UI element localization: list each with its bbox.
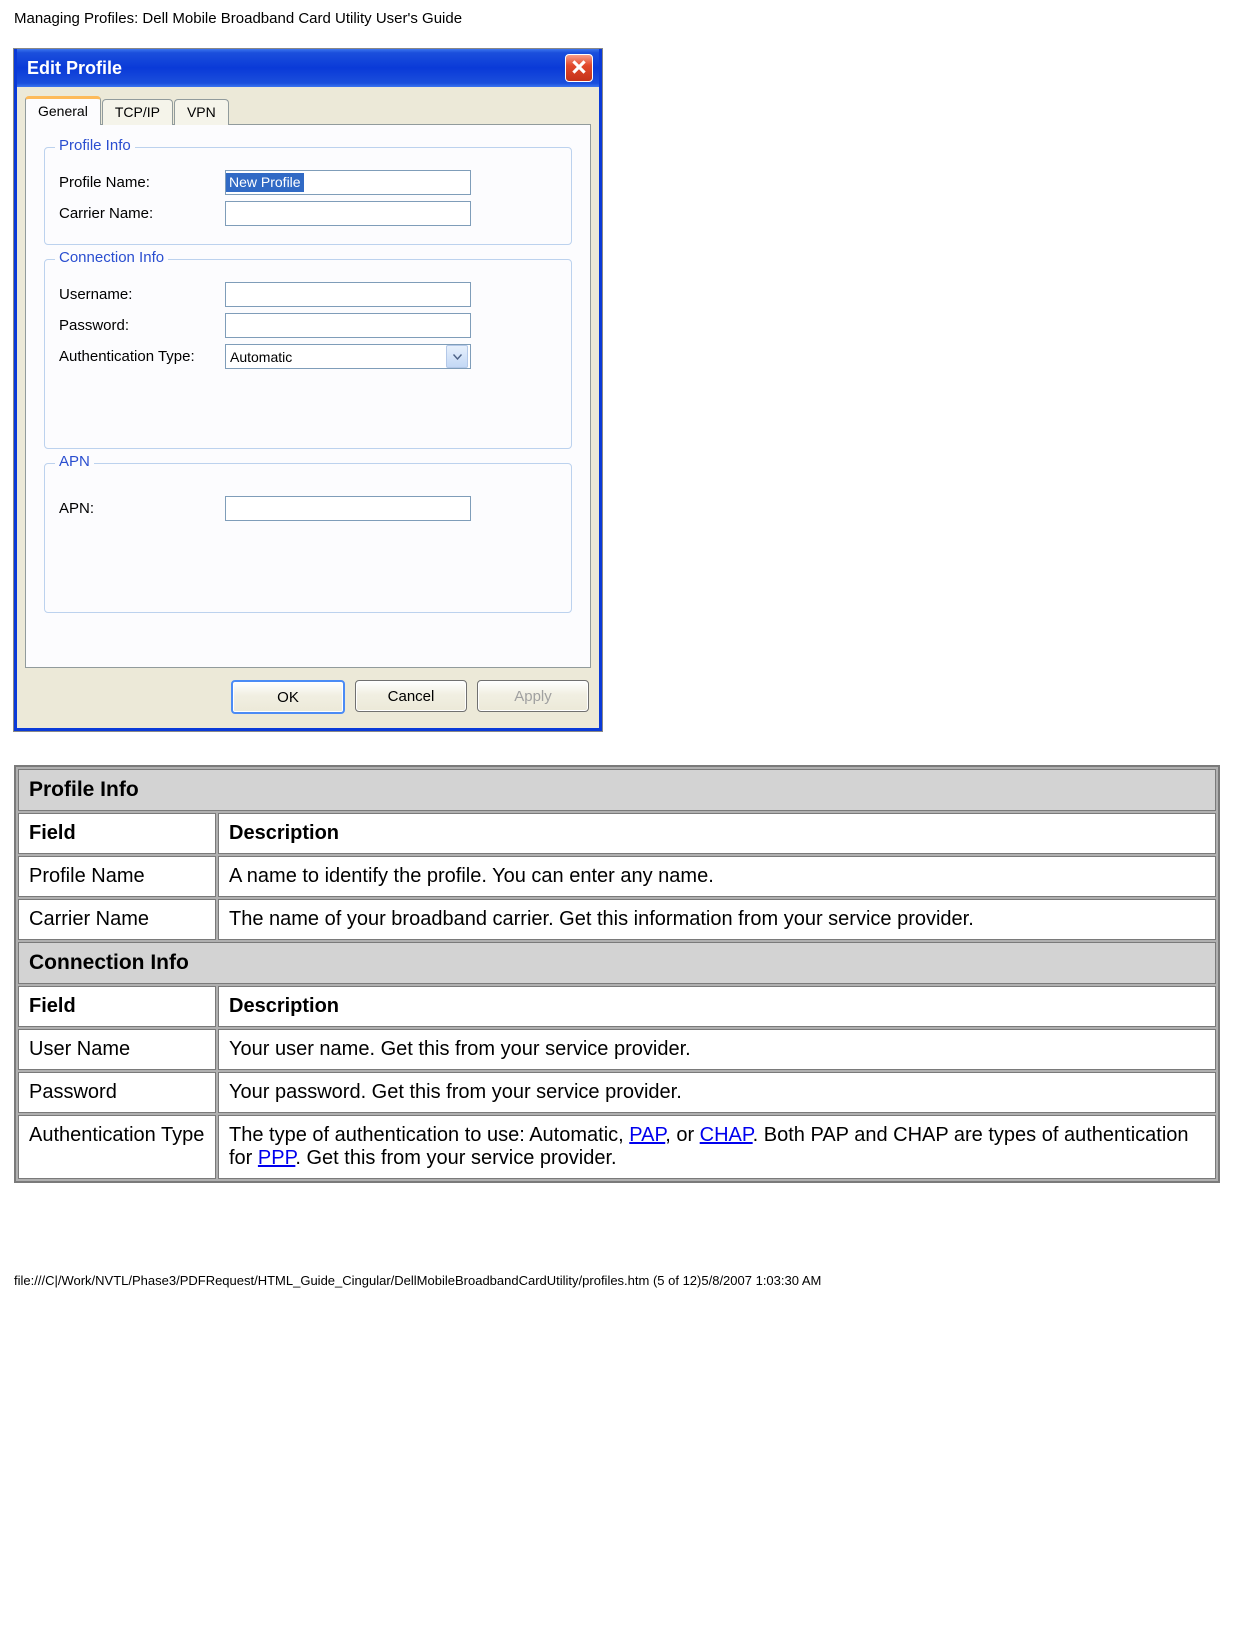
page-header: Managing Profiles: Dell Mobile Broadband… xyxy=(14,10,1220,27)
auth-type-value: Automatic xyxy=(230,349,292,365)
link-chap[interactable]: CHAP xyxy=(700,1124,753,1146)
dialog-button-row: OK Cancel Apply xyxy=(17,668,599,728)
tabstrip: General TCP/IP VPN xyxy=(25,95,591,124)
tab-tcpip[interactable]: TCP/IP xyxy=(102,99,173,125)
field-cell: Authentication Type xyxy=(18,1115,216,1179)
group-connection-info: Connection Info Username: Password: Auth… xyxy=(44,259,572,449)
auth-type-label: Authentication Type: xyxy=(59,348,225,365)
group-title-profile-info: Profile Info xyxy=(55,137,135,154)
description-cell: The name of your broadband carrier. Get … xyxy=(218,899,1216,940)
description-cell: The type of authentication to use: Autom… xyxy=(218,1115,1216,1179)
cancel-button[interactable]: Cancel xyxy=(355,680,467,712)
auth-type-select[interactable]: Automatic xyxy=(225,344,471,369)
profile-name-value: New Profile xyxy=(226,173,304,192)
tab-general[interactable]: General xyxy=(25,96,101,125)
group-title-connection-info: Connection Info xyxy=(55,249,168,266)
column-header-row: Field Description xyxy=(18,986,1216,1027)
description-cell: A name to identify the profile. You can … xyxy=(218,856,1216,897)
auth-text-4: . Get this from your service provider. xyxy=(295,1147,616,1169)
info-table: Profile Info Field Description Profile N… xyxy=(14,765,1220,1183)
column-header-row: Field Description xyxy=(18,813,1216,854)
group-title-apn: APN xyxy=(55,453,94,470)
table-row: Authentication Type The type of authenti… xyxy=(18,1115,1216,1179)
description-header: Description xyxy=(218,986,1216,1027)
tab-panel-general: Profile Info Profile Name: New Profile C… xyxy=(25,124,591,668)
auth-text-1: The type of authentication to use: Autom… xyxy=(229,1124,629,1146)
field-header: Field xyxy=(18,986,216,1027)
group-apn: APN APN: xyxy=(44,463,572,613)
description-header: Description xyxy=(218,813,1216,854)
section-header-profile-info: Profile Info xyxy=(18,769,1216,811)
password-input[interactable] xyxy=(225,313,471,338)
field-cell: Password xyxy=(18,1072,216,1113)
titlebar[interactable]: Edit Profile xyxy=(17,49,599,87)
carrier-name-input[interactable] xyxy=(225,201,471,226)
username-input[interactable] xyxy=(225,282,471,307)
dialog-title: Edit Profile xyxy=(27,58,122,79)
password-label: Password: xyxy=(59,317,225,334)
apn-label: APN: xyxy=(59,500,225,517)
close-button[interactable] xyxy=(565,54,593,82)
field-cell: User Name xyxy=(18,1029,216,1070)
section-header-connection-info: Connection Info xyxy=(18,942,1216,984)
tab-vpn[interactable]: VPN xyxy=(174,99,229,125)
ok-button[interactable]: OK xyxy=(231,680,345,714)
dialog-body: General TCP/IP VPN Profile Info Profile … xyxy=(17,87,599,668)
field-cell: Carrier Name xyxy=(18,899,216,940)
profile-name-input[interactable]: New Profile xyxy=(225,170,471,195)
table-row: Carrier Name The name of your broadband … xyxy=(18,899,1216,940)
apn-input[interactable] xyxy=(225,496,471,521)
close-icon xyxy=(572,58,586,79)
group-profile-info: Profile Info Profile Name: New Profile C… xyxy=(44,147,572,245)
section-title: Profile Info xyxy=(18,769,1216,811)
apply-button[interactable]: Apply xyxy=(477,680,589,712)
field-header: Field xyxy=(18,813,216,854)
chevron-down-icon xyxy=(446,345,468,368)
table-row: Password Your password. Get this from yo… xyxy=(18,1072,1216,1113)
profile-name-label: Profile Name: xyxy=(59,174,225,191)
carrier-name-label: Carrier Name: xyxy=(59,205,225,222)
link-pap[interactable]: PAP xyxy=(629,1124,665,1146)
footer-path: file:///C|/Work/NVTL/Phase3/PDFRequest/H… xyxy=(14,1273,1220,1288)
edit-profile-dialog: Edit Profile General TCP/IP VPN Profile … xyxy=(14,49,602,731)
description-cell: Your user name. Get this from your servi… xyxy=(218,1029,1216,1070)
field-cell: Profile Name xyxy=(18,856,216,897)
table-row: User Name Your user name. Get this from … xyxy=(18,1029,1216,1070)
section-title: Connection Info xyxy=(18,942,1216,984)
auth-text-2: , or xyxy=(665,1124,699,1146)
username-label: Username: xyxy=(59,286,225,303)
description-cell: Your password. Get this from your servic… xyxy=(218,1072,1216,1113)
link-ppp[interactable]: PPP xyxy=(258,1147,295,1169)
table-row: Profile Name A name to identify the prof… xyxy=(18,856,1216,897)
